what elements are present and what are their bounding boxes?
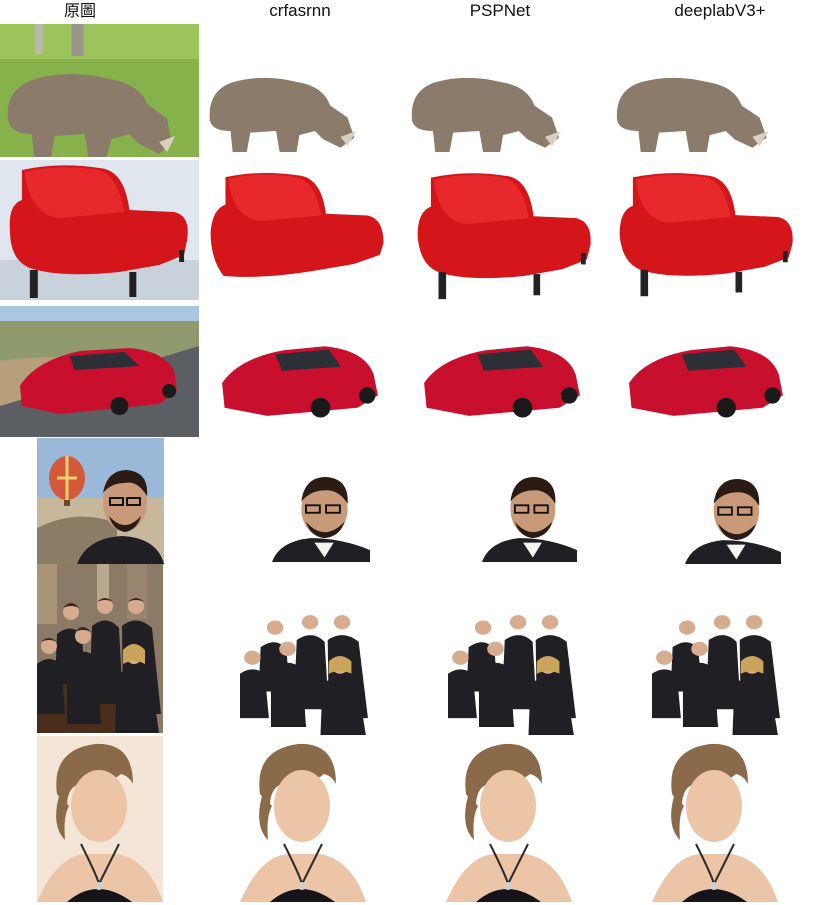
crfasrnn-team-mask [240, 585, 370, 735]
original-man-image [37, 438, 164, 564]
original-sofa-image [0, 160, 199, 300]
pspnet-car-mask [420, 338, 584, 420]
crfasrnn-rhino-mask [203, 40, 375, 152]
deeplabv3-woman-mask [652, 736, 778, 902]
deeplabv3-rhino-mask [610, 40, 788, 152]
pspnet-team-mask [448, 585, 578, 735]
header-deeplabv3: deeplabV3+ [674, 1, 766, 20]
pspnet-sofa-mask [410, 168, 600, 303]
original-woman-image [37, 736, 163, 902]
deeplabv3-man-mask [685, 470, 781, 564]
deeplabv3-car-mask [625, 338, 787, 420]
deeplabv3-team-mask [652, 585, 782, 735]
crfasrnn-car-mask [218, 338, 382, 420]
original-team-image [37, 564, 163, 733]
crfasrnn-sofa-mask [205, 168, 391, 296]
crfasrnn-man-mask [272, 468, 370, 562]
original-car-image [0, 306, 199, 437]
pspnet-rhino-mask [405, 40, 580, 152]
pspnet-woman-mask [446, 736, 572, 902]
header-crfasrnn: crfasrnn [269, 1, 331, 20]
pspnet-man-mask [482, 468, 577, 562]
crfasrnn-woman-mask [240, 736, 366, 902]
deeplabv3-sofa-mask [612, 168, 802, 300]
header-original: 原圖 [63, 1, 96, 20]
original-rhino-image [0, 24, 199, 157]
header-pspnet: PSPNet [469, 1, 531, 20]
